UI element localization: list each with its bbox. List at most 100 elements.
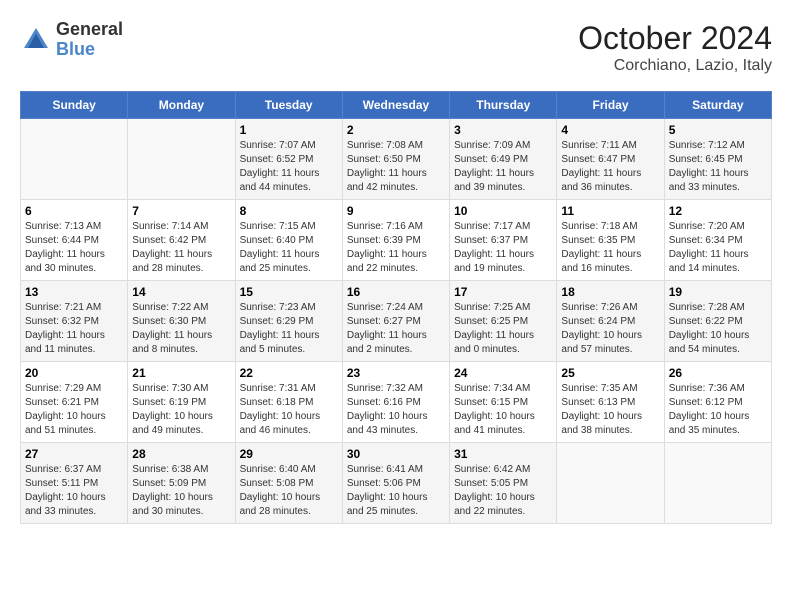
weekday-header: Sunday (21, 92, 128, 119)
day-number: 7 (132, 204, 230, 218)
calendar-cell: 21 Sunrise: 7:30 AM Sunset: 6:19 PM Dayli… (128, 362, 235, 443)
calendar-cell: 30 Sunrise: 6:41 AM Sunset: 5:06 PM Dayli… (342, 443, 449, 524)
calendar-cell: 13 Sunrise: 7:21 AM Sunset: 6:32 PM Dayli… (21, 281, 128, 362)
day-number: 3 (454, 123, 552, 137)
weekday-header: Thursday (450, 92, 557, 119)
day-info: Sunrise: 7:08 AM Sunset: 6:50 PM Dayligh… (347, 139, 445, 195)
day-number: 28 (132, 447, 230, 461)
day-number: 18 (561, 285, 659, 299)
day-number: 17 (454, 285, 552, 299)
calendar-week-row: 6Sunrise: 7:13 AM Sunset: 6:44 PM Daylig… (21, 200, 772, 281)
logo-text: General Blue (56, 20, 123, 60)
calendar-cell (664, 443, 771, 524)
day-number: 8 (240, 204, 338, 218)
day-number: 2 (347, 123, 445, 137)
calendar-cell: 10 Sunrise: 7:17 AM Sunset: 6:37 PM Dayli… (450, 200, 557, 281)
calendar-cell: 6Sunrise: 7:13 AM Sunset: 6:44 PM Daylig… (21, 200, 128, 281)
day-info: Sunrise: 7:16 AM Sunset: 6:39 PM Dayligh… (347, 220, 445, 276)
day-info: Sunrise: 6:41 AM Sunset: 5:06 PM Dayligh… (347, 463, 445, 519)
calendar-cell: 29 Sunrise: 6:40 AM Sunset: 5:08 PM Dayli… (235, 443, 342, 524)
day-number: 30 (347, 447, 445, 461)
day-info: Sunrise: 7:14 AM Sunset: 6:42 PM Dayligh… (132, 220, 230, 276)
day-number: 16 (347, 285, 445, 299)
calendar-week-row: 27Sunrise: 6:37 AM Sunset: 5:11 PM Dayli… (21, 443, 772, 524)
day-info: Sunrise: 7:29 AM Sunset: 6:21 PM Dayligh… (25, 382, 123, 438)
calendar-cell: 18 Sunrise: 7:26 AM Sunset: 6:24 PM Dayli… (557, 281, 664, 362)
calendar-cell: 12 Sunrise: 7:20 AM Sunset: 6:34 PM Dayli… (664, 200, 771, 281)
day-info: Sunrise: 7:21 AM Sunset: 6:32 PM Dayligh… (25, 301, 123, 357)
day-info: Sunrise: 7:18 AM Sunset: 6:35 PM Dayligh… (561, 220, 659, 276)
logo-icon (20, 24, 52, 56)
day-info: Sunrise: 6:40 AM Sunset: 5:08 PM Dayligh… (240, 463, 338, 519)
weekday-header: Tuesday (235, 92, 342, 119)
calendar-subtitle: Corchiano, Lazio, Italy (578, 57, 772, 75)
day-info: Sunrise: 7:15 AM Sunset: 6:40 PM Dayligh… (240, 220, 338, 276)
calendar-cell: 19 Sunrise: 7:28 AM Sunset: 6:22 PM Dayli… (664, 281, 771, 362)
weekday-header: Monday (128, 92, 235, 119)
day-number: 21 (132, 366, 230, 380)
day-info: Sunrise: 7:20 AM Sunset: 6:34 PM Dayligh… (669, 220, 767, 276)
calendar-cell: 1 Sunrise: 7:07 AM Sunset: 6:52 PM Daylig… (235, 119, 342, 200)
weekday-header: Wednesday (342, 92, 449, 119)
calendar-cell: 3 Sunrise: 7:09 AM Sunset: 6:49 PM Daylig… (450, 119, 557, 200)
logo: General Blue (20, 20, 123, 60)
day-number: 24 (454, 366, 552, 380)
day-number: 10 (454, 204, 552, 218)
weekday-header: Saturday (664, 92, 771, 119)
calendar-cell (128, 119, 235, 200)
calendar-cell: 17 Sunrise: 7:25 AM Sunset: 6:25 PM Dayli… (450, 281, 557, 362)
day-info: Sunrise: 7:24 AM Sunset: 6:27 PM Dayligh… (347, 301, 445, 357)
day-number: 15 (240, 285, 338, 299)
day-info: Sunrise: 7:12 AM Sunset: 6:45 PM Dayligh… (669, 139, 767, 195)
calendar-cell: 14 Sunrise: 7:22 AM Sunset: 6:30 PM Dayli… (128, 281, 235, 362)
page-header: General Blue October 2024 Corchiano, Laz… (20, 20, 772, 75)
day-info: Sunrise: 7:07 AM Sunset: 6:52 PM Dayligh… (240, 139, 338, 195)
day-info: Sunrise: 7:25 AM Sunset: 6:25 PM Dayligh… (454, 301, 552, 357)
weekday-header: Friday (557, 92, 664, 119)
day-info: Sunrise: 6:38 AM Sunset: 5:09 PM Dayligh… (132, 463, 230, 519)
day-info: Sunrise: 7:17 AM Sunset: 6:37 PM Dayligh… (454, 220, 552, 276)
calendar-cell: 5Sunrise: 7:12 AM Sunset: 6:45 PM Daylig… (664, 119, 771, 200)
calendar-week-row: 20 Sunrise: 7:29 AM Sunset: 6:21 PM Dayli… (21, 362, 772, 443)
title-block: October 2024 Corchiano, Lazio, Italy (578, 20, 772, 75)
calendar-cell: 24 Sunrise: 7:34 AM Sunset: 6:15 PM Dayli… (450, 362, 557, 443)
day-number: 14 (132, 285, 230, 299)
day-number: 26 (669, 366, 767, 380)
day-number: 1 (240, 123, 338, 137)
day-number: 9 (347, 204, 445, 218)
logo-line1: General (56, 20, 123, 40)
calendar-cell (21, 119, 128, 200)
day-info: Sunrise: 7:23 AM Sunset: 6:29 PM Dayligh… (240, 301, 338, 357)
day-number: 20 (25, 366, 123, 380)
calendar-cell: 9 Sunrise: 7:16 AM Sunset: 6:39 PM Daylig… (342, 200, 449, 281)
day-number: 13 (25, 285, 123, 299)
calendar-cell: 2 Sunrise: 7:08 AM Sunset: 6:50 PM Daylig… (342, 119, 449, 200)
calendar-title: October 2024 (578, 20, 772, 57)
day-number: 12 (669, 204, 767, 218)
day-info: Sunrise: 7:26 AM Sunset: 6:24 PM Dayligh… (561, 301, 659, 357)
day-info: Sunrise: 6:37 AM Sunset: 5:11 PM Dayligh… (25, 463, 123, 519)
calendar-table: SundayMondayTuesdayWednesdayThursdayFrid… (20, 91, 772, 524)
calendar-cell: 4Sunrise: 7:11 AM Sunset: 6:47 PM Daylig… (557, 119, 664, 200)
calendar-cell: 25 Sunrise: 7:35 AM Sunset: 6:13 PM Dayli… (557, 362, 664, 443)
day-number: 19 (669, 285, 767, 299)
calendar-cell (557, 443, 664, 524)
day-info: Sunrise: 7:34 AM Sunset: 6:15 PM Dayligh… (454, 382, 552, 438)
calendar-cell: 16 Sunrise: 7:24 AM Sunset: 6:27 PM Dayli… (342, 281, 449, 362)
day-number: 11 (561, 204, 659, 218)
day-number: 25 (561, 366, 659, 380)
calendar-cell: 26Sunrise: 7:36 AM Sunset: 6:12 PM Dayli… (664, 362, 771, 443)
day-info: Sunrise: 7:09 AM Sunset: 6:49 PM Dayligh… (454, 139, 552, 195)
day-info: Sunrise: 7:35 AM Sunset: 6:13 PM Dayligh… (561, 382, 659, 438)
day-info: Sunrise: 7:22 AM Sunset: 6:30 PM Dayligh… (132, 301, 230, 357)
calendar-week-row: 13 Sunrise: 7:21 AM Sunset: 6:32 PM Dayli… (21, 281, 772, 362)
day-info: Sunrise: 7:30 AM Sunset: 6:19 PM Dayligh… (132, 382, 230, 438)
day-info: Sunrise: 6:42 AM Sunset: 5:05 PM Dayligh… (454, 463, 552, 519)
logo-line2: Blue (56, 40, 123, 60)
weekday-header-row: SundayMondayTuesdayWednesdayThursdayFrid… (21, 92, 772, 119)
calendar-cell: 8 Sunrise: 7:15 AM Sunset: 6:40 PM Daylig… (235, 200, 342, 281)
day-number: 29 (240, 447, 338, 461)
day-info: Sunrise: 7:28 AM Sunset: 6:22 PM Dayligh… (669, 301, 767, 357)
calendar-cell: 27Sunrise: 6:37 AM Sunset: 5:11 PM Dayli… (21, 443, 128, 524)
day-number: 22 (240, 366, 338, 380)
